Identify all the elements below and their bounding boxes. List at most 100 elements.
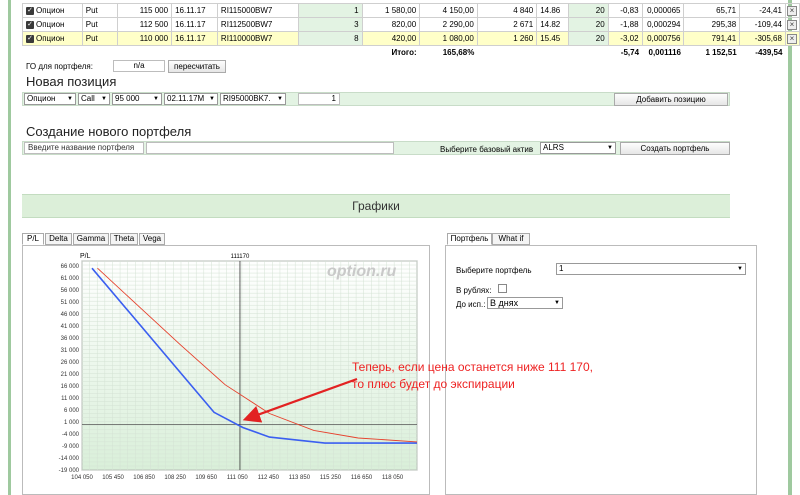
y-tick-label: 66 000 <box>61 264 80 270</box>
contract-code-cell: RI115000BW7 <box>220 6 273 15</box>
vega-cell: -305,68 <box>754 34 782 43</box>
iv-cell: 15.45 <box>540 34 561 43</box>
x-tick-label: 109 650 <box>195 475 217 481</box>
expiry-select[interactable]: 02.11.17M <box>164 93 218 105</box>
theta-cell: 791,41 <box>711 34 737 43</box>
delta-cell: -3,02 <box>620 34 639 43</box>
portfolio-name-input[interactable]: Введите название портфеля <box>24 142 144 154</box>
position-row: ✓ Опцион Put 115 000 16.11.17 RI115000BW7 1 1 5… <box>22 3 800 18</box>
position-type-cell: Опцион <box>36 20 65 29</box>
y-tick-label: 21 000 <box>61 372 80 378</box>
remove-position-icon[interactable]: × <box>786 19 797 30</box>
position-checkbox[interactable]: ✓ <box>26 6 34 15</box>
strike-cell: 112 500 <box>139 20 169 29</box>
portfolio-select[interactable]: 1 <box>556 263 746 275</box>
chart-tab-gamma[interactable]: Gamma <box>73 233 109 245</box>
chart-tab-vega[interactable]: Vega <box>139 233 165 245</box>
totals-pct: 165,68% <box>442 48 475 58</box>
portfolio-select-label: Выберите портфель <box>456 266 532 275</box>
recalc-button[interactable]: пересчитать <box>168 60 226 73</box>
expiry-date-cell: 16.11.17 <box>175 6 206 15</box>
iv-cell: 14.86 <box>540 6 561 15</box>
leverage-cell: 20 <box>595 20 605 29</box>
position-kind-cell: Put <box>85 20 98 29</box>
until-select[interactable]: В днях <box>487 297 563 309</box>
y-tick-label: 41 000 <box>61 324 80 330</box>
x-tick-label: 105 450 <box>102 475 124 481</box>
position-kind-cell: Put <box>85 34 98 43</box>
vega-cell: -24,41 <box>759 6 782 15</box>
annotation-line-1: Теперь, если цена останется ниже 111 170… <box>352 360 593 374</box>
vega-cell: -109,44 <box>754 20 782 29</box>
x-tick-label: 116 650 <box>351 475 373 481</box>
new-portfolio-title: Создание нового портфеля <box>26 124 192 139</box>
code-select[interactable]: RI95000BK7. <box>220 93 286 105</box>
rub-checkbox[interactable] <box>498 284 507 293</box>
chart-tab-theta[interactable]: Theta <box>110 233 138 245</box>
y-tick-label: 36 000 <box>61 336 80 342</box>
y-tick-label: 11 000 <box>61 396 80 402</box>
delta-cell: -1,88 <box>620 20 639 29</box>
position-checkbox[interactable]: ✓ <box>26 34 34 43</box>
chart-tab-delta[interactable]: Delta <box>45 233 72 245</box>
totals-delta: -5,74 <box>620 48 640 58</box>
y-tick-label: -19 000 <box>59 468 80 474</box>
leverage-cell: 20 <box>595 6 605 15</box>
remove-position-icon[interactable]: × <box>786 33 797 44</box>
position-row: ✓ Опцион Put 112 500 16.11.17 RI112500BW7 3 820… <box>22 17 800 32</box>
positions-table: ✓ Опцион Put 115 000 16.11.17 RI115000BW7 1 1 5… <box>22 3 800 60</box>
price-marker-label: 111170 <box>231 254 250 260</box>
position-checkbox[interactable]: ✓ <box>26 20 34 29</box>
tab-what-if[interactable]: What if <box>492 233 530 245</box>
price-cell: 420,00 <box>391 34 417 43</box>
x-tick-label: 106 850 <box>133 475 155 481</box>
totals-label: Итого: <box>391 48 417 58</box>
position-kind-select[interactable]: Call <box>78 93 110 105</box>
x-tick-label: 111 050 <box>227 475 248 481</box>
y-tick-label: 51 000 <box>61 300 80 306</box>
y-tick-label: 26 000 <box>61 360 80 366</box>
bid-cell: 1 260 <box>513 34 534 43</box>
position-type-select[interactable]: Опцион <box>24 93 76 105</box>
position-type-cell: Опцион <box>36 34 65 43</box>
sum-cell: 4 150,00 <box>442 6 474 15</box>
y-tick-label: 46 000 <box>61 312 80 318</box>
asset-select[interactable]: ALRS <box>540 142 616 154</box>
quantity-cell: 1 <box>354 6 359 15</box>
theta-cell: 65,71 <box>716 6 737 15</box>
contract-code-cell: RI110000BW7 <box>220 34 273 43</box>
y-tick-label: 56 000 <box>61 288 80 294</box>
expiry-date-cell: 16.11.17 <box>175 34 206 43</box>
x-tick-label: 104 050 <box>71 475 93 481</box>
strike-cell: 110 000 <box>139 34 169 43</box>
annotation-line-2: то плюс будет до экспирации <box>352 377 515 391</box>
price-cell: 1 580,00 <box>385 6 417 15</box>
y-tick-label: 16 000 <box>61 384 80 390</box>
add-position-button[interactable]: Добавить позицию <box>614 93 728 106</box>
totals-vega: -439,54 <box>755 48 783 58</box>
portfolio-name-field[interactable] <box>146 142 394 154</box>
y-tick-label: 1 000 <box>64 420 80 426</box>
contract-code-cell: RI112500BW7 <box>220 20 273 29</box>
x-tick-label: 113 850 <box>289 475 311 481</box>
x-tick-label: 108 250 <box>164 475 186 481</box>
chart-tab-pl[interactable]: P/L <box>22 233 44 245</box>
strike-select[interactable]: 95 000 <box>112 93 162 105</box>
remove-position-icon[interactable]: × <box>786 5 797 16</box>
quantity-cell: 3 <box>354 20 359 29</box>
totals-row: Итого: 165,68% -5,74 0,001116 1 152,51 -… <box>23 46 800 60</box>
y-tick-label: -4 000 <box>62 432 80 438</box>
new-position-title: Новая позиция <box>26 74 117 89</box>
gamma-cell: 0,000756 <box>647 34 681 43</box>
bid-cell: 4 840 <box>513 6 534 15</box>
gamma-cell: 0,000065 <box>647 6 681 15</box>
margin-value: n/a <box>113 60 165 72</box>
qty-input[interactable]: 1 <box>298 93 340 105</box>
expiry-date-cell: 16.11.17 <box>175 20 206 29</box>
theta-cell: 295,38 <box>711 20 737 29</box>
x-tick-label: 118 050 <box>382 475 404 481</box>
rub-label: В рублях: <box>456 286 492 295</box>
create-portfolio-button[interactable]: Создать портфель <box>620 142 730 155</box>
y-tick-label: -14 000 <box>59 456 80 462</box>
tab-portfolio[interactable]: Портфель <box>447 233 492 245</box>
